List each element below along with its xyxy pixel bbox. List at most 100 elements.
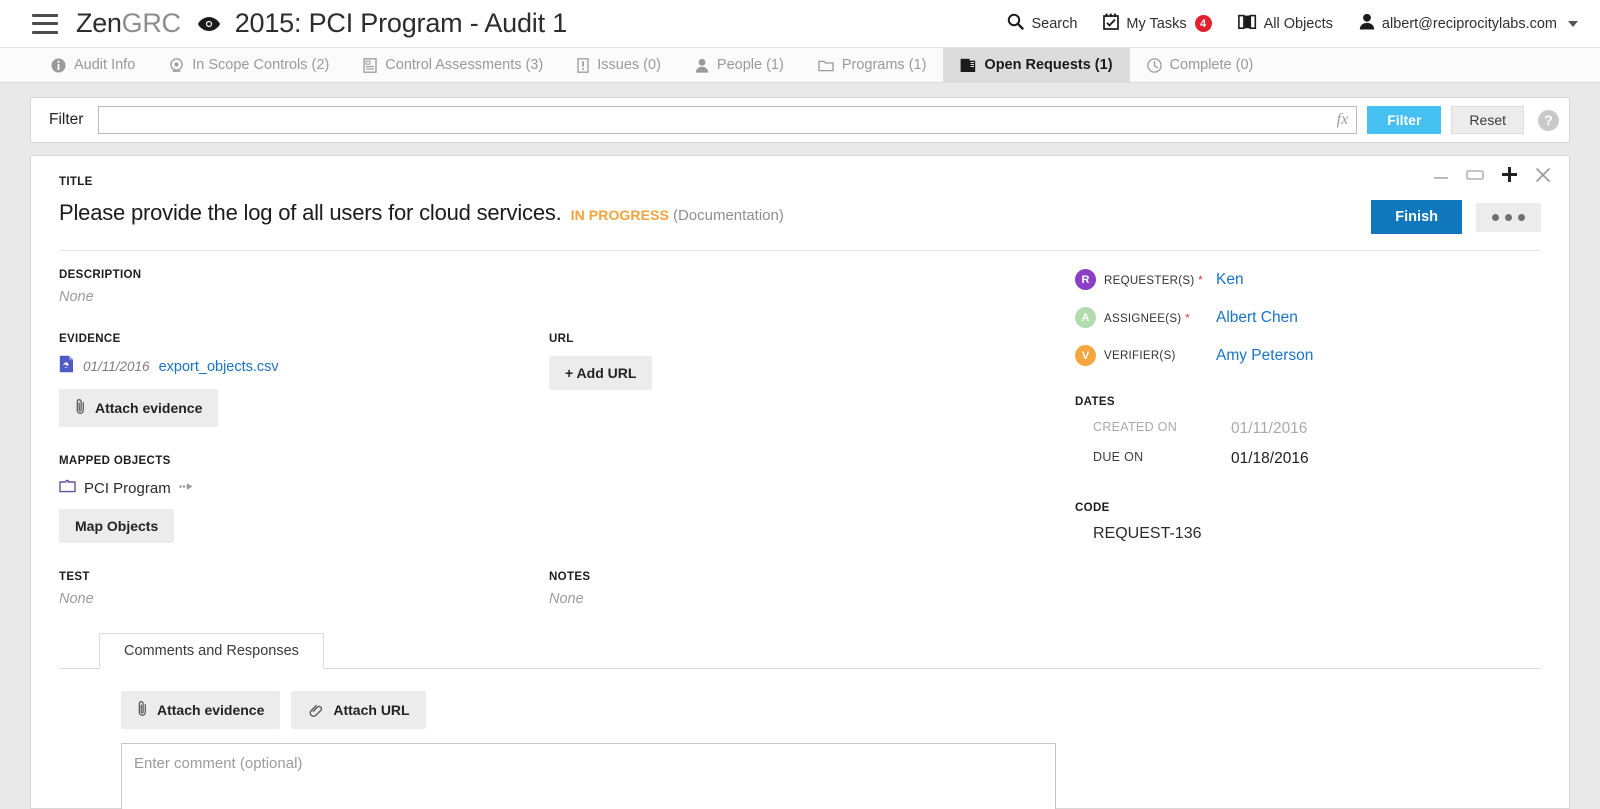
description-label: DESCRIPTION: [59, 269, 142, 281]
notes-value: None: [549, 591, 584, 607]
verifier-name[interactable]: Amy Peterson: [1216, 347, 1313, 365]
filter-input-shell: fx: [98, 106, 1358, 134]
expand-plus-icon[interactable]: [1501, 166, 1518, 183]
due-on-label: DUE ON: [1093, 450, 1144, 464]
clock-icon: [1146, 57, 1162, 73]
reset-filter-button[interactable]: Reset: [1451, 106, 1524, 134]
finish-button[interactable]: Finish: [1371, 200, 1462, 234]
test-section: TEST None: [59, 571, 549, 607]
tab-label: People (1): [716, 57, 784, 73]
paperclip-icon: [75, 398, 86, 418]
created-on-label: CREATED ON: [1093, 420, 1178, 434]
search-button[interactable]: Search: [1007, 13, 1077, 34]
tab-issues[interactable]: Issues (0): [560, 48, 678, 82]
page-title: 2015: PCI Program - Audit 1: [234, 8, 568, 38]
created-on-value: 01/11/2016: [1231, 420, 1308, 437]
tab-open-requests[interactable]: Open Requests (1): [943, 48, 1130, 82]
url-section: URL + Add URL: [549, 333, 1059, 427]
hamburger-icon[interactable]: [32, 13, 58, 34]
requester-name[interactable]: Ken: [1216, 271, 1244, 289]
comment-input[interactable]: [121, 743, 1056, 809]
target-icon: [169, 57, 184, 73]
notes-section: NOTES None: [549, 571, 1059, 607]
tab-audit-info[interactable]: Audit Info: [34, 48, 152, 82]
required-asterisk: *: [1181, 310, 1191, 325]
paperclip-icon: [137, 700, 148, 720]
my-tasks-label: My Tasks: [1126, 15, 1187, 32]
evidence-label: EVIDENCE: [59, 333, 121, 345]
filter-bar-wrapper: Filter fx Filter Reset ?: [0, 83, 1600, 143]
title-label: TITLE: [59, 176, 93, 188]
comment-attach-url-label: Attach URL: [333, 702, 410, 718]
title-divider: [59, 250, 1541, 251]
arrow-right-icon[interactable]: [178, 479, 197, 497]
code-value: REQUEST-136: [1093, 525, 1202, 542]
maximize-icon[interactable]: [1466, 169, 1484, 181]
comment-attach-evidence-label: Attach evidence: [157, 702, 265, 718]
verifier-label: VERIFIER(S): [1104, 349, 1176, 362]
requests-icon: [960, 58, 976, 73]
filter-bar: Filter fx Filter Reset ?: [30, 97, 1570, 143]
notes-label: NOTES: [549, 571, 591, 583]
user-icon: [1359, 13, 1375, 34]
test-value: None: [59, 591, 94, 607]
avatar: V: [1075, 345, 1096, 366]
chevron-down-icon[interactable]: [1568, 20, 1578, 27]
user-email-label: albert@reciprocitylabs.com: [1381, 15, 1557, 32]
calendar-check-icon: [1103, 13, 1120, 34]
tab-control-assessments[interactable]: Control Assessments (3): [346, 48, 560, 82]
search-icon: [1007, 13, 1025, 34]
panel-window-controls: [1433, 166, 1551, 183]
object-tab-strip: Audit Info In Scope Controls (2) Control…: [0, 48, 1600, 83]
tab-people[interactable]: People (1): [678, 48, 801, 82]
comment-attach-evidence-button[interactable]: Attach evidence: [121, 691, 281, 729]
minimize-icon[interactable]: [1433, 169, 1449, 181]
request-type: (Documentation): [672, 207, 784, 224]
tab-complete[interactable]: Complete (0): [1130, 48, 1271, 82]
person-icon: [695, 58, 709, 73]
map-objects-button[interactable]: Map Objects: [59, 509, 175, 543]
tab-label: Audit Info: [74, 57, 136, 73]
evidence-file-link[interactable]: export_objects.csv: [159, 359, 279, 375]
issue-icon: [577, 57, 589, 73]
tab-comments-and-responses[interactable]: Comments and Responses: [99, 633, 324, 669]
comment-attach-url-button[interactable]: Attach URL: [291, 691, 426, 729]
user-menu[interactable]: albert@reciprocitylabs.com: [1359, 13, 1578, 34]
attach-evidence-label: Attach evidence: [95, 400, 203, 416]
all-objects-button[interactable]: All Objects: [1237, 14, 1333, 34]
tab-label: Control Assessments (3): [385, 57, 544, 73]
all-objects-label: All Objects: [1263, 15, 1333, 32]
question-mark-icon[interactable]: ?: [1538, 109, 1559, 131]
mapped-object-name: PCI Program: [84, 479, 171, 497]
due-on-row: DUE ON 01/18/2016: [1075, 450, 1541, 468]
due-on-value: 01/18/2016: [1231, 450, 1309, 467]
dates-label: DATES: [1075, 396, 1115, 408]
test-notes-row: TEST None NOTES None: [59, 571, 1059, 607]
title-group: Please provide the log of all users for …: [59, 200, 784, 226]
my-tasks-badge: 4: [1194, 15, 1212, 32]
brand-logo[interactable]: ZenGRC: [76, 8, 181, 39]
tab-label: In Scope Controls (2): [192, 57, 330, 73]
add-url-button[interactable]: + Add URL: [549, 356, 653, 390]
filter-label: Filter: [49, 111, 84, 128]
mapped-objects-label: MAPPED OBJECTS: [59, 455, 171, 467]
evidence-item[interactable]: 01/11/2016 export_objects.csv: [59, 355, 549, 378]
attach-evidence-button[interactable]: Attach evidence: [59, 389, 219, 427]
filter-input[interactable]: [98, 106, 1358, 134]
tab-programs[interactable]: Programs (1): [801, 48, 944, 82]
detail-panel-wrapper: TITLE Please provide the log of all user…: [0, 143, 1600, 809]
ellipsis-icon[interactable]: [1476, 202, 1541, 232]
panel-right-column: R REQUESTER(S) * Ken A ASSIGNEE(S) * Alb…: [1059, 269, 1541, 607]
request-detail-panel: TITLE Please provide the log of all user…: [30, 155, 1570, 809]
code-label: CODE: [1075, 502, 1110, 514]
brand-primary: Zen: [76, 8, 122, 38]
assignee-name[interactable]: Albert Chen: [1216, 309, 1298, 327]
close-icon[interactable]: [1535, 167, 1551, 183]
description-value: None: [59, 289, 94, 305]
my-tasks-button[interactable]: My Tasks 4: [1103, 13, 1212, 34]
evidence-section: EVIDENCE 01/11/2016 export_objects.csv A…: [59, 333, 549, 427]
tab-in-scope-controls[interactable]: In Scope Controls (2): [152, 48, 346, 82]
mapped-object-item[interactable]: PCI Program: [59, 478, 1059, 498]
apply-filter-button[interactable]: Filter: [1367, 106, 1442, 134]
eye-icon[interactable]: [197, 16, 221, 32]
